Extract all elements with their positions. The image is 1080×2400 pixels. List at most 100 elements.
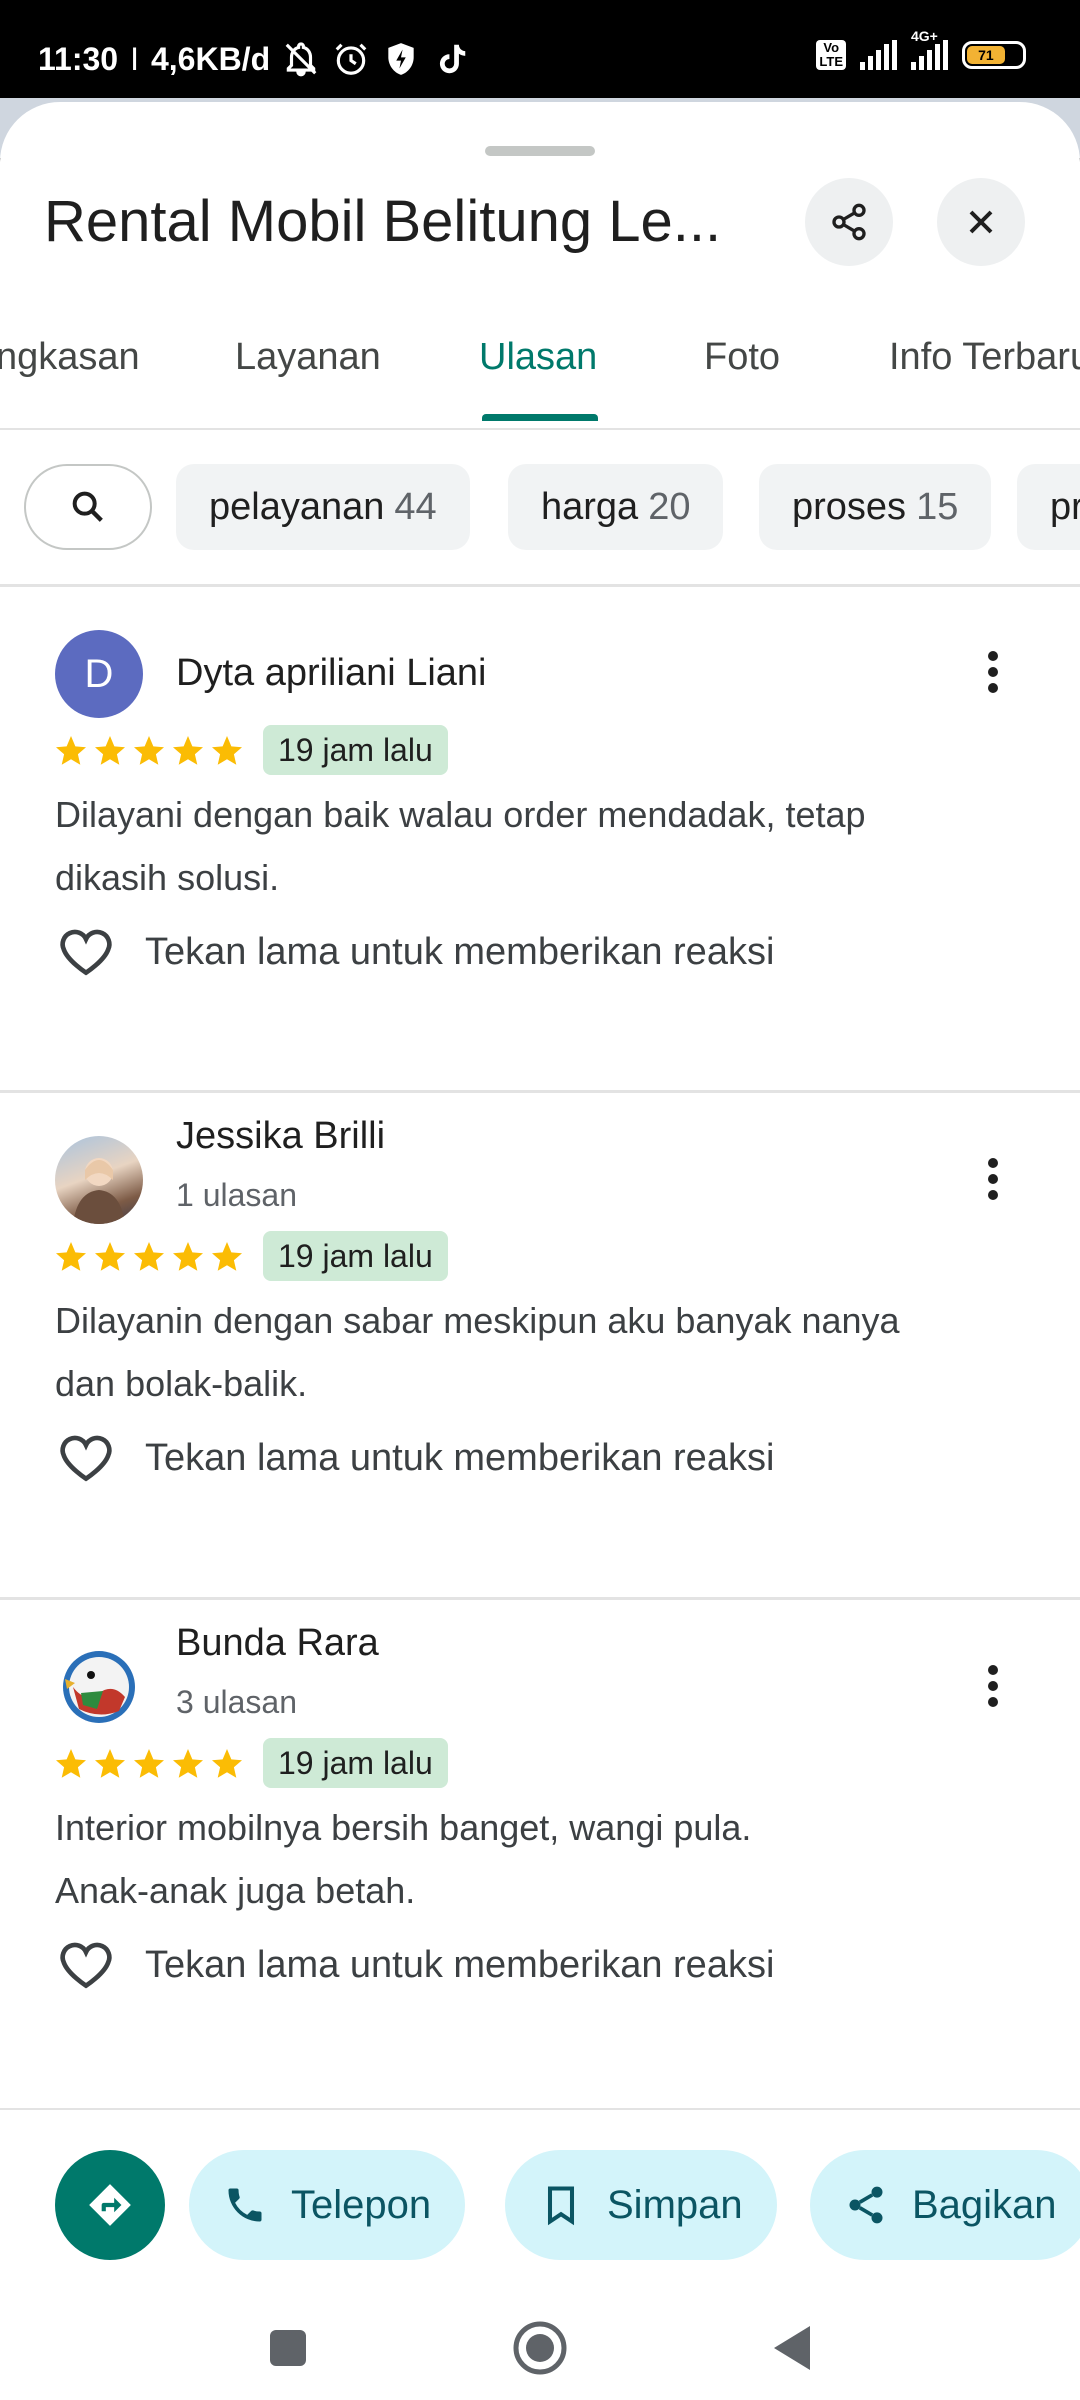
- star-icon: [56, 1749, 86, 1778]
- chip-label: pelayanan: [209, 485, 385, 528]
- tab-ringkasan[interactable]: ngkasan: [0, 336, 140, 379]
- volte-indicator: Vo LTE: [816, 40, 846, 70]
- tab-info-terbaru[interactable]: Info Terbaru: [889, 336, 1080, 379]
- chip-label: harga: [541, 485, 639, 528]
- status-separator: I: [130, 40, 139, 77]
- search-icon: [72, 491, 103, 522]
- more-options-button[interactable]: [965, 642, 1021, 702]
- chip-pelayanan[interactable]: pelayanan 44: [176, 464, 470, 550]
- reaction-button[interactable]: Tekan lama untuk memberikan reaksi: [55, 1427, 774, 1489]
- review-card: Bunda Rara 3 ulasan 19 jam lalu Interior…: [0, 1600, 1080, 2106]
- more-options-button[interactable]: [965, 1656, 1021, 1716]
- action-bar: Telepon Simpan Bagikan: [0, 2108, 1080, 2298]
- star-icon: [212, 1749, 242, 1778]
- chip-partial[interactable]: pr: [1017, 464, 1080, 550]
- star-rating: [53, 1239, 245, 1275]
- star-rating: [53, 1746, 245, 1782]
- tab-foto[interactable]: Foto: [704, 336, 780, 379]
- share-place-button[interactable]: Bagikan: [810, 2150, 1080, 2260]
- review-text-line: dan bolak-balik.: [55, 1363, 308, 1404]
- star-icon: [134, 736, 164, 765]
- review-text-line: dikasih solusi.: [55, 857, 280, 898]
- bell-off-icon: [285, 42, 317, 77]
- back-button[interactable]: [762, 2318, 822, 2378]
- avatar[interactable]: D: [55, 630, 143, 718]
- chip-proses[interactable]: proses 15: [759, 464, 992, 550]
- reaction-button[interactable]: Tekan lama untuk memberikan reaksi: [55, 1934, 774, 1996]
- more-vert-icon: [988, 1158, 998, 1200]
- home-button[interactable]: [510, 2318, 570, 2378]
- reviewer-name[interactable]: Dyta apriliani Liani: [176, 652, 487, 695]
- save-label: Simpan: [607, 2182, 743, 2227]
- more-vert-icon: [988, 1665, 998, 1707]
- review-card: D Dyta apriliani Liani 19 jam lalu Dilay…: [0, 587, 1080, 1093]
- status-right: Vo LTE 4G+ 71: [816, 28, 1026, 70]
- star-icon: [173, 736, 203, 765]
- review-text-line: Anak-anak juga betah.: [55, 1870, 416, 1911]
- reaction-button[interactable]: Tekan lama untuk memberikan reaksi: [55, 921, 774, 983]
- review-filter-chips: pelayanan 44 harga 20 proses 15 pr: [0, 460, 1080, 570]
- share-button[interactable]: [805, 178, 893, 266]
- star-icon: [56, 736, 86, 765]
- reviewer-name[interactable]: Bunda Rara: [176, 1622, 379, 1665]
- star-icon: [134, 1749, 164, 1778]
- tab-layanan[interactable]: Layanan: [235, 336, 381, 379]
- review-card: Jessika Brilli 1 ulasan 19 jam lalu Dila…: [0, 1093, 1080, 1599]
- review-text-line: Dilayanin dengan sabar meskipun aku bany…: [55, 1300, 900, 1341]
- star-icon: [173, 1242, 203, 1271]
- recents-button[interactable]: [258, 2318, 318, 2378]
- chip-label: pr: [1050, 485, 1080, 528]
- review-time-badge: 19 jam lalu: [263, 1738, 448, 1788]
- share-icon: [832, 203, 866, 241]
- active-tab-indicator: [482, 414, 598, 421]
- star-icon: [95, 736, 125, 765]
- directions-icon: [89, 2184, 131, 2226]
- status-left: 11:30 I 4,6KB/d: [38, 40, 470, 78]
- star-icon: [95, 1242, 125, 1271]
- reaction-label: Tekan lama untuk memberikan reaksi: [145, 930, 775, 973]
- avatar[interactable]: [55, 1136, 143, 1224]
- avatar[interactable]: [55, 1643, 143, 1731]
- star-icon: [134, 1242, 164, 1271]
- home-circle-icon: [513, 2321, 567, 2375]
- chip-count: 20: [648, 485, 691, 528]
- review-text: Dilayani dengan baik walau order mendada…: [55, 783, 1015, 909]
- clock: 11:30: [38, 40, 119, 77]
- reviewer-name[interactable]: Jessika Brilli: [176, 1115, 385, 1158]
- phone-icon: [228, 2188, 262, 2222]
- reviewer-review-count: 1 ulasan: [176, 1177, 297, 1213]
- star-icon: [56, 1242, 86, 1271]
- network-type-label: 4G+: [911, 28, 938, 44]
- avatar-letter: D: [84, 651, 114, 696]
- more-options-button[interactable]: [965, 1149, 1021, 1209]
- place-sheet: Rental Mobil Belitung Le... ngkasan Laya…: [0, 102, 1080, 2302]
- call-button[interactable]: Telepon: [189, 2150, 466, 2260]
- battery-level: 71: [967, 46, 1005, 64]
- search-reviews-button[interactable]: [24, 464, 152, 550]
- review-time-badge: 19 jam lalu: [263, 1231, 448, 1281]
- heart-icon: [60, 929, 112, 976]
- shield-icon: [388, 43, 414, 75]
- place-title: Rental Mobil Belitung Le...: [44, 189, 722, 254]
- avatar-helmet-icon: [63, 1651, 135, 1723]
- save-button[interactable]: Simpan: [505, 2150, 777, 2260]
- battery-icon: 71: [962, 41, 1026, 69]
- reaction-label: Tekan lama untuk memberikan reaksi: [145, 1943, 775, 1986]
- more-vert-icon: [988, 651, 998, 693]
- tiktok-icon: [440, 44, 466, 74]
- chip-harga[interactable]: harga 20: [508, 464, 724, 550]
- square-icon: [270, 2330, 306, 2366]
- star-rating: [53, 733, 245, 769]
- directions-button[interactable]: [55, 2150, 165, 2260]
- tab-ulasan[interactable]: Ulasan: [479, 336, 597, 379]
- close-button[interactable]: [937, 178, 1025, 266]
- status-bar: 11:30 I 4,6KB/d Vo LTE 4G+ 71: [0, 0, 1080, 110]
- review-time-badge: 19 jam lalu: [263, 725, 448, 775]
- heart-icon: [60, 1435, 112, 1482]
- network-speed: 4,6KB/d: [150, 40, 271, 77]
- reaction-label: Tekan lama untuk memberikan reaksi: [145, 1436, 775, 1479]
- drag-handle[interactable]: [485, 146, 595, 156]
- star-icon: [173, 1749, 203, 1778]
- tab-bar: ngkasan Layanan Ulasan Foto Info Terbaru: [0, 312, 1080, 430]
- review-text-line: Dilayani dengan baik walau order mendada…: [55, 794, 866, 835]
